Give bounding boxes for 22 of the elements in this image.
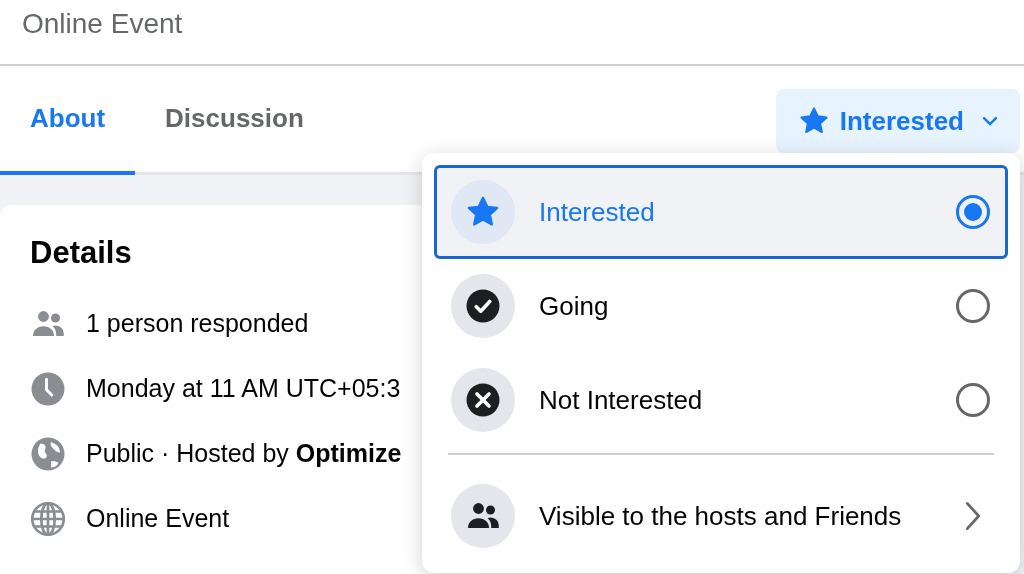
detail-text: Public · Hosted by Optimize: [86, 439, 402, 468]
menu-option[interactable]: Visible to the hosts and Friends: [434, 469, 1008, 563]
detail-text: Online Event: [86, 504, 230, 533]
detail-text: 1 person responded: [86, 309, 309, 338]
section-title: Details: [30, 235, 133, 271]
chevron-right-icon: [965, 501, 981, 531]
globe-icon: [30, 435, 66, 472]
globe-icon: [30, 500, 66, 537]
radio-button[interactable]: [955, 194, 991, 230]
menu-option[interactable]: Going: [434, 259, 1008, 353]
radio-button[interactable]: [955, 288, 991, 324]
page-title: Online Event: [22, 8, 183, 40]
detail-text: Monday at 11 AM UTC+05:3: [86, 374, 401, 403]
menu-option[interactable]: Interested: [434, 165, 1008, 259]
check-icon: [465, 288, 501, 324]
clock-icon: [30, 370, 66, 407]
tab[interactable]: Discussion: [135, 66, 334, 175]
interested-button[interactable]: Interested: [775, 89, 1020, 153]
caret-icon: [982, 115, 998, 127]
radio-button[interactable]: [955, 382, 991, 418]
cross-icon: [465, 382, 501, 418]
menu-option[interactable]: Not Interested: [434, 353, 1008, 447]
